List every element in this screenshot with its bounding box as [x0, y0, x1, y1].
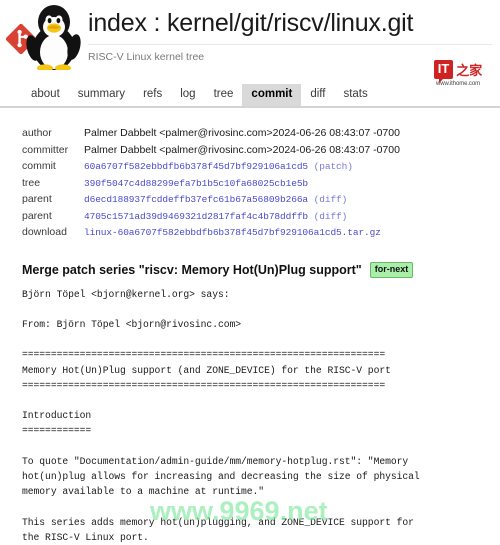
ithome-logo-row: IT 之家 [422, 58, 494, 83]
table-row: author Palmer Dabbelt <palmer@rivosinc.c… [22, 126, 400, 143]
logo-area [6, 2, 82, 70]
parent-hash-cell-1: d6ecd188937fcddeffb37efc61b67a56809b266a… [84, 192, 400, 209]
page-header: index : kernel/git/riscv/linux.git RISC-… [0, 0, 500, 87]
commit-subject-row: Merge patch series "riscv: Memory Hot(Un… [22, 262, 492, 279]
committer-date: 2024-06-26 08:43:07 -0700 [272, 143, 400, 156]
author-name: Palmer Dabbelt <palmer@rivosinc.com> [84, 127, 273, 139]
page-title: index : kernel/git/riscv/linux.git [88, 9, 414, 37]
title-block: index : kernel/git/riscv/linux.git RISC-… [88, 6, 492, 64]
tab-commit[interactable]: commit [242, 84, 302, 106]
ithome-chinese-text: 之家 [456, 63, 483, 79]
parent-diff-link-1[interactable]: (diff) [314, 194, 348, 205]
commit-subject: Merge patch series "riscv: Memory Hot(Un… [22, 262, 362, 277]
nav-list: about summary refs log tree commit diff … [22, 84, 500, 106]
tab-log[interactable]: log [171, 84, 204, 106]
committer-label: committer [22, 143, 69, 156]
author-date: 2024-06-26 08:43:07 -0700 [272, 127, 400, 139]
tab-diff[interactable]: diff [301, 84, 334, 106]
parent-diff-link-2[interactable]: (diff) [314, 211, 348, 222]
commit-info-table: author Palmer Dabbelt <palmer@rivosinc.c… [22, 126, 400, 242]
commit-hash-cell: 60a6707f582ebbdfb6b378f45d7bf929106a1cd5… [84, 159, 400, 176]
tab-tree[interactable]: tree [205, 84, 243, 106]
parent-label-1: parent [22, 193, 52, 205]
download-label: download [22, 226, 67, 238]
parent-hash-link-2[interactable]: 4705c1571ad39d9469321d2817faf4c4b78ddffb [84, 211, 308, 222]
download-cell: linux-60a6707f582ebbdfb6b378f45d7bf92910… [84, 225, 400, 242]
tree-hash-cell: 390f5047c4d88299efa7b1b5c10fa68025cb1e5b [84, 176, 400, 193]
committer-name: Palmer Dabbelt <palmer@rivosinc.com> [84, 143, 273, 156]
commit-patch-link[interactable]: (patch) [314, 161, 353, 172]
table-row: tree 390f5047c4d88299efa7b1b5c10fa68025c… [22, 176, 400, 193]
nav-tabs: about summary refs log tree commit diff … [0, 84, 500, 108]
download-tarball-link[interactable]: linux-60a6707f582ebbdfb6b378f45d7bf92910… [84, 227, 381, 238]
tab-stats[interactable]: stats [334, 84, 376, 106]
branch-badge[interactable]: for-next [369, 262, 414, 278]
table-row: download linux-60a6707f582ebbdfb6b378f45… [22, 225, 400, 242]
parent-hash-link-1[interactable]: d6ecd188937fcddeffb37efc61b67a56809b266a [84, 194, 308, 205]
tab-refs[interactable]: refs [134, 84, 171, 106]
commit-hash-link[interactable]: 60a6707f582ebbdfb6b378f45d7bf929106a1cd5 [84, 161, 308, 172]
commit-label: commit [22, 160, 56, 172]
commit-content: author Palmer Dabbelt <palmer@rivosinc.c… [0, 108, 500, 545]
table-row: commit 60a6707f582ebbdfb6b378f45d7bf9291… [22, 159, 400, 176]
table-row: parent d6ecd188937fcddeffb37efc61b67a568… [22, 192, 400, 209]
tab-about[interactable]: about [22, 84, 69, 106]
tab-summary[interactable]: summary [69, 84, 134, 106]
tux-penguin-icon [26, 5, 81, 70]
author-label: author [22, 127, 52, 139]
commit-message-body: Björn Töpel <bjorn@kernel.org> says: Fro… [22, 288, 420, 543]
parent-label-2: parent [22, 209, 52, 222]
ithome-badge-icon: IT [433, 59, 454, 83]
tree-hash-link[interactable]: 390f5047c4d88299efa7b1b5c10fa68025cb1e5b [84, 178, 308, 189]
table-row: committer Palmer Dabbelt <palmer@rivosin… [22, 143, 400, 160]
tree-label: tree [22, 176, 41, 189]
table-row: parent 4705c1571ad39d9469321d2817faf4c4b… [22, 209, 400, 226]
parent-hash-cell-2: 4705c1571ad39d9469321d2817faf4c4b78ddffb… [84, 209, 400, 226]
